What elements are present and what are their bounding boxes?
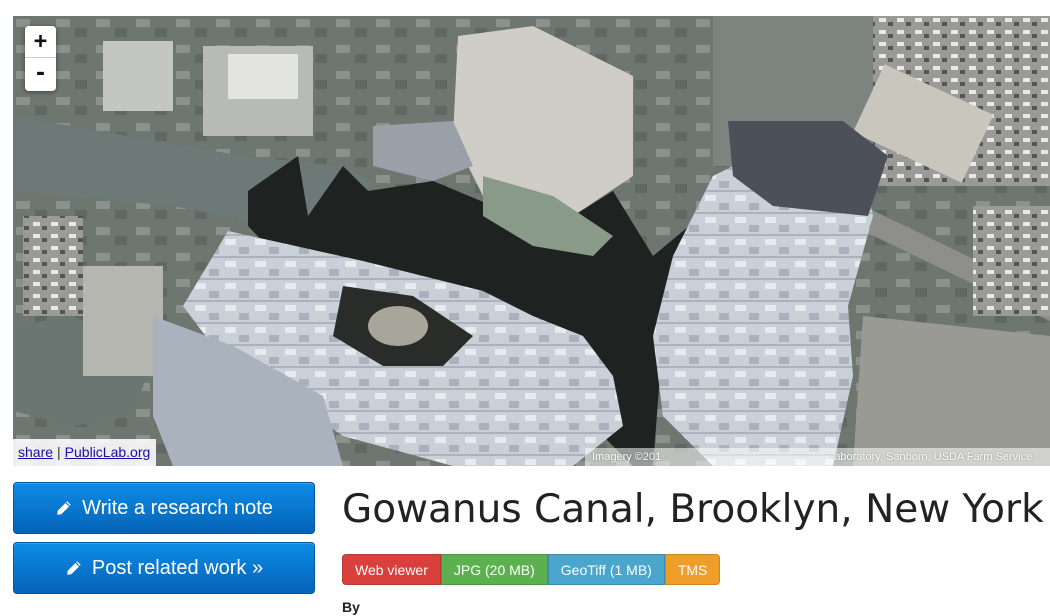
share-link[interactable]: share	[18, 444, 53, 460]
page-title: Gowanus Canal, Brooklyn, New York	[342, 487, 1044, 532]
lot	[853, 316, 1050, 466]
rooftop	[228, 54, 298, 99]
tms-button[interactable]: TMS	[664, 554, 721, 585]
zoom-out-button[interactable]: -	[25, 58, 56, 90]
rooftop	[83, 266, 163, 376]
pencil-icon	[67, 561, 81, 575]
satellite-imagery[interactable]	[13, 16, 1050, 466]
zoom-control: + -	[25, 26, 56, 91]
map-attribution: Imagery ©201 aboratory, Sanborn, USDA Fa…	[585, 448, 1050, 466]
write-research-note-label: Write a research note	[82, 496, 273, 519]
zoom-in-button[interactable]: +	[25, 26, 56, 58]
pencil-icon	[57, 501, 71, 515]
separator: |	[57, 444, 61, 460]
publiclab-link[interactable]: PublicLab.org	[65, 444, 151, 460]
geotiff-download-button[interactable]: GeoTiff (1 MB)	[547, 554, 665, 585]
write-research-note-button[interactable]: Write a research note	[13, 482, 315, 534]
stone-pile	[368, 306, 428, 346]
parking-lot	[973, 206, 1050, 316]
map-share-bar: share | PublicLab.org	[13, 439, 157, 466]
rooftop	[103, 41, 173, 111]
download-format-group: Web viewer JPG (20 MB) GeoTiff (1 MB) TM…	[342, 554, 721, 585]
author-by-label: By	[342, 599, 360, 615]
web-viewer-button[interactable]: Web viewer	[342, 554, 441, 585]
map-viewer[interactable]: + - share | PublicLab.org Imagery ©201 abo…	[13, 16, 1050, 466]
post-related-work-button[interactable]: Post related work »	[13, 542, 315, 594]
post-related-work-label: Post related work »	[91, 556, 264, 579]
attribution-left: Imagery ©201	[592, 451, 662, 463]
attribution-right: aboratory, Sanborn, USDA Farm Service	[834, 451, 1033, 463]
parking-lot	[23, 216, 83, 316]
jpg-download-button[interactable]: JPG (20 MB)	[440, 554, 548, 585]
